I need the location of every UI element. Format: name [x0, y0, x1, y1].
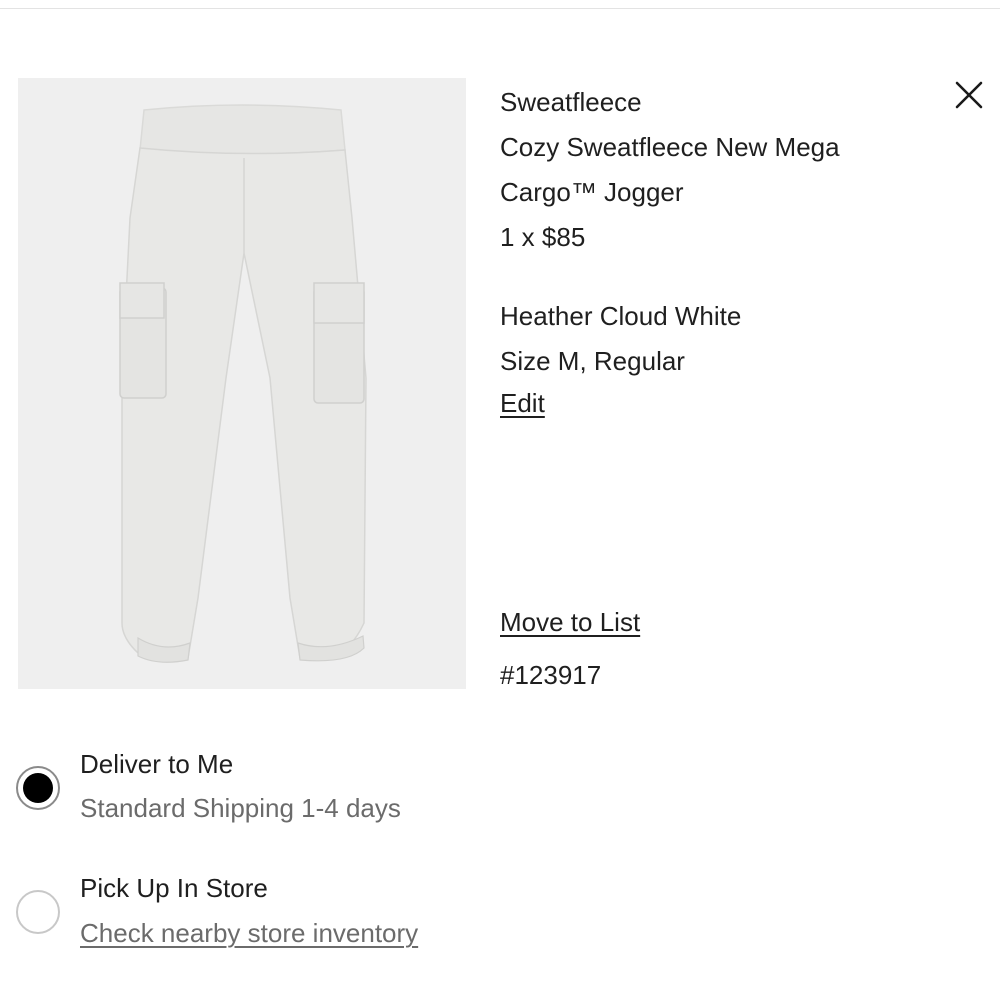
- product-name-line-2: Cargo™ Jogger: [500, 177, 684, 207]
- close-button[interactable]: [950, 76, 988, 114]
- product-details: Sweatfleece Cozy Sweatfleece New Mega Ca…: [500, 80, 920, 384]
- cart-item-panel: Sweatfleece Cozy Sweatfleece New Mega Ca…: [0, 0, 1000, 1000]
- product-size: Size M, Regular: [500, 346, 685, 376]
- product-name-line-1: Cozy Sweatfleece New Mega: [500, 132, 840, 162]
- deliver-option-title: Deliver to Me: [80, 749, 234, 779]
- item-number: #123917: [500, 660, 602, 690]
- deliver-option-subtitle: Standard Shipping 1-4 days: [80, 793, 401, 823]
- radio-selected-dot: [23, 773, 53, 803]
- pickup-radio-button[interactable]: [16, 890, 60, 934]
- check-store-inventory-link[interactable]: Check nearby store inventory: [80, 913, 418, 953]
- product-image[interactable]: [18, 78, 466, 689]
- edit-link[interactable]: Edit: [500, 383, 545, 423]
- product-brand: Sweatfleece: [500, 87, 642, 117]
- top-divider: [0, 8, 1000, 9]
- pickup-option-title: Pick Up In Store: [80, 873, 268, 903]
- product-quantity-price: 1 x $85: [500, 222, 586, 252]
- close-icon: [955, 81, 983, 109]
- jogger-pants-image: [18, 78, 466, 689]
- product-color: Heather Cloud White: [500, 301, 742, 331]
- deliver-radio-button[interactable]: [16, 766, 60, 810]
- move-to-list-link[interactable]: Move to List: [500, 602, 640, 642]
